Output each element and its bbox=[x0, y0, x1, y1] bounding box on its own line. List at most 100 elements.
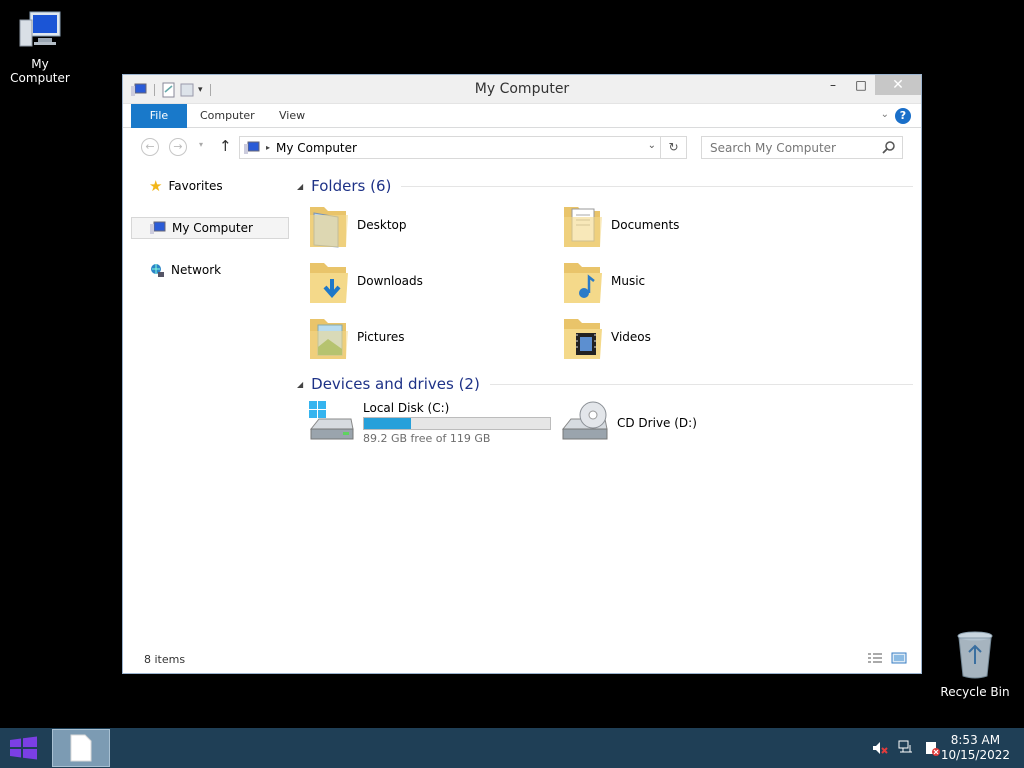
drive-local-disk-c[interactable]: Local Disk (C:) 89.2 GB free of 119 GB bbox=[307, 395, 561, 451]
folder-name: Documents bbox=[611, 218, 680, 232]
drive-free-space: 89.2 GB free of 119 GB bbox=[363, 432, 491, 445]
tab-view[interactable]: View bbox=[279, 104, 305, 128]
view-switcher bbox=[867, 652, 907, 664]
folder-videos-icon bbox=[561, 312, 605, 362]
folder-name: Desktop bbox=[357, 218, 407, 232]
group-divider bbox=[489, 383, 913, 385]
start-button[interactable] bbox=[8, 736, 38, 763]
windows-logo-icon bbox=[10, 736, 37, 760]
title-bar[interactable]: ▾ My Computer – □ ✕ bbox=[123, 75, 921, 104]
drive-usage-bar bbox=[363, 417, 551, 430]
group-header-label: Folders (6) bbox=[311, 177, 392, 195]
folder-name: Music bbox=[611, 274, 646, 288]
network-status-icon[interactable] bbox=[898, 740, 914, 756]
large-icons-view-icon[interactable] bbox=[891, 652, 907, 664]
folder-documents-icon bbox=[561, 200, 605, 250]
content-pane: ◢ Folders (6) Desktop Documents Download… bbox=[297, 167, 913, 451]
folder-videos[interactable]: Videos bbox=[561, 309, 815, 365]
nav-item-favorites[interactable]: ★ Favorites bbox=[131, 175, 289, 197]
computer-small-icon bbox=[150, 221, 166, 234]
taskbar-clock[interactable]: 8:53 AM 10/15/2022 bbox=[941, 733, 1010, 763]
folder-desktop[interactable]: Desktop bbox=[307, 197, 561, 253]
address-path[interactable]: My Computer bbox=[276, 141, 357, 155]
taskbar: 8:53 AM 10/15/2022 bbox=[0, 728, 1024, 768]
clock-time: 8:53 AM bbox=[950, 733, 1001, 747]
collapse-triangle-icon[interactable]: ◢ bbox=[297, 182, 303, 191]
folder-downloads[interactable]: Downloads bbox=[307, 253, 561, 309]
devices-group: ◢ Devices and drives (2) Local Disk (C:)… bbox=[297, 373, 913, 451]
folder-name: Videos bbox=[611, 330, 651, 344]
help-icon[interactable]: ? bbox=[895, 108, 911, 124]
explorer-window: ▾ My Computer – □ ✕ File Computer View ⌄… bbox=[122, 74, 922, 674]
folder-downloads-icon bbox=[307, 256, 351, 306]
nav-item-label: Network bbox=[171, 263, 222, 277]
close-button[interactable]: ✕ bbox=[875, 75, 921, 95]
details-view-icon[interactable] bbox=[867, 652, 883, 664]
search-icon[interactable] bbox=[882, 140, 896, 154]
up-arrow-icon[interactable]: ↑ bbox=[219, 137, 232, 155]
action-center-icon[interactable] bbox=[924, 740, 940, 756]
explorer-body: ★ Favorites My Computer Network ◢ Folder… bbox=[123, 167, 921, 645]
maximize-button[interactable]: □ bbox=[847, 75, 875, 95]
item-count: 8 items bbox=[144, 652, 186, 666]
nav-item-my-computer[interactable]: My Computer bbox=[131, 217, 289, 239]
drive-usage-fill bbox=[364, 418, 411, 429]
drive-cd-d[interactable]: CD Drive (D:) bbox=[561, 395, 815, 451]
group-divider bbox=[401, 185, 913, 187]
back-button[interactable]: ← bbox=[141, 138, 159, 156]
collapse-triangle-icon[interactable]: ◢ bbox=[297, 380, 303, 389]
folders-list: Desktop Documents Downloads Music Pictur… bbox=[307, 197, 913, 365]
drives-list: Local Disk (C:) 89.2 GB free of 119 GB C… bbox=[307, 395, 913, 451]
minimize-button[interactable]: – bbox=[819, 75, 847, 95]
nav-item-label: My Computer bbox=[172, 221, 253, 235]
folder-pictures-icon bbox=[307, 312, 351, 362]
recent-locations-chevron-icon[interactable]: ▾ bbox=[199, 140, 203, 149]
desktop-my-computer-label: My Computer bbox=[10, 57, 70, 85]
desktop-recycle-bin-label: Recycle Bin bbox=[940, 685, 1010, 699]
nav-item-network[interactable]: Network bbox=[131, 259, 289, 281]
expand-ribbon-chevron-icon[interactable]: ⌄ bbox=[881, 109, 889, 120]
search-box[interactable] bbox=[701, 136, 903, 159]
taskbar-explorer-button[interactable] bbox=[52, 729, 110, 767]
folder-name: Downloads bbox=[357, 274, 423, 288]
address-dropdown-icon[interactable]: ⌄ bbox=[648, 140, 656, 151]
volume-muted-icon[interactable] bbox=[872, 740, 888, 756]
desktop-my-computer-icon[interactable]: My Computer bbox=[0, 8, 80, 85]
window-title: My Computer bbox=[474, 81, 570, 97]
ribbon-tabs: File Computer View ⌄ ? bbox=[123, 104, 921, 128]
network-icon bbox=[151, 263, 164, 277]
recycle-bin-icon bbox=[957, 631, 993, 679]
clock-date: 10/15/2022 bbox=[940, 748, 1010, 762]
forward-button[interactable]: → bbox=[169, 138, 187, 156]
system-tray bbox=[872, 740, 940, 756]
local-disk-icon bbox=[307, 399, 357, 447]
drive-info: CD Drive (D:) bbox=[617, 416, 697, 430]
drive-info: Local Disk (C:) 89.2 GB free of 119 GB bbox=[363, 401, 551, 445]
folder-music[interactable]: Music bbox=[561, 253, 815, 309]
folder-pictures[interactable]: Pictures bbox=[307, 309, 561, 365]
group-header-devices[interactable]: ◢ Devices and drives (2) bbox=[297, 373, 913, 395]
window-controls: – □ ✕ bbox=[819, 75, 921, 95]
computer-small-icon bbox=[244, 141, 260, 154]
breadcrumb-chevron-icon[interactable]: ▸ bbox=[266, 143, 270, 152]
nav-item-label: Favorites bbox=[168, 179, 223, 193]
group-header-folders[interactable]: ◢ Folders (6) bbox=[297, 175, 913, 197]
address-bar[interactable]: ▸ My Computer ⌄ ↻ bbox=[239, 136, 687, 159]
document-icon bbox=[70, 734, 92, 762]
star-icon: ★ bbox=[149, 177, 163, 195]
desktop-recycle-bin-icon[interactable]: Recycle Bin bbox=[935, 630, 1015, 699]
tab-file[interactable]: File bbox=[131, 104, 187, 128]
folders-group: ◢ Folders (6) Desktop Documents Download… bbox=[297, 175, 913, 365]
folder-music-icon bbox=[561, 256, 605, 306]
tab-computer[interactable]: Computer bbox=[200, 104, 255, 128]
navigation-pane: ★ Favorites My Computer Network bbox=[131, 167, 289, 281]
group-header-label: Devices and drives (2) bbox=[311, 375, 480, 393]
status-bar: 8 items bbox=[123, 645, 921, 673]
computer-icon bbox=[19, 11, 61, 47]
navigation-bar: ← → ▾ ↑ ▸ My Computer ⌄ ↻ bbox=[123, 128, 921, 166]
folder-documents[interactable]: Documents bbox=[561, 197, 815, 253]
folder-name: Pictures bbox=[357, 330, 405, 344]
cd-drive-icon bbox=[561, 399, 611, 447]
search-input[interactable] bbox=[702, 137, 872, 158]
refresh-button[interactable]: ↻ bbox=[660, 137, 686, 158]
